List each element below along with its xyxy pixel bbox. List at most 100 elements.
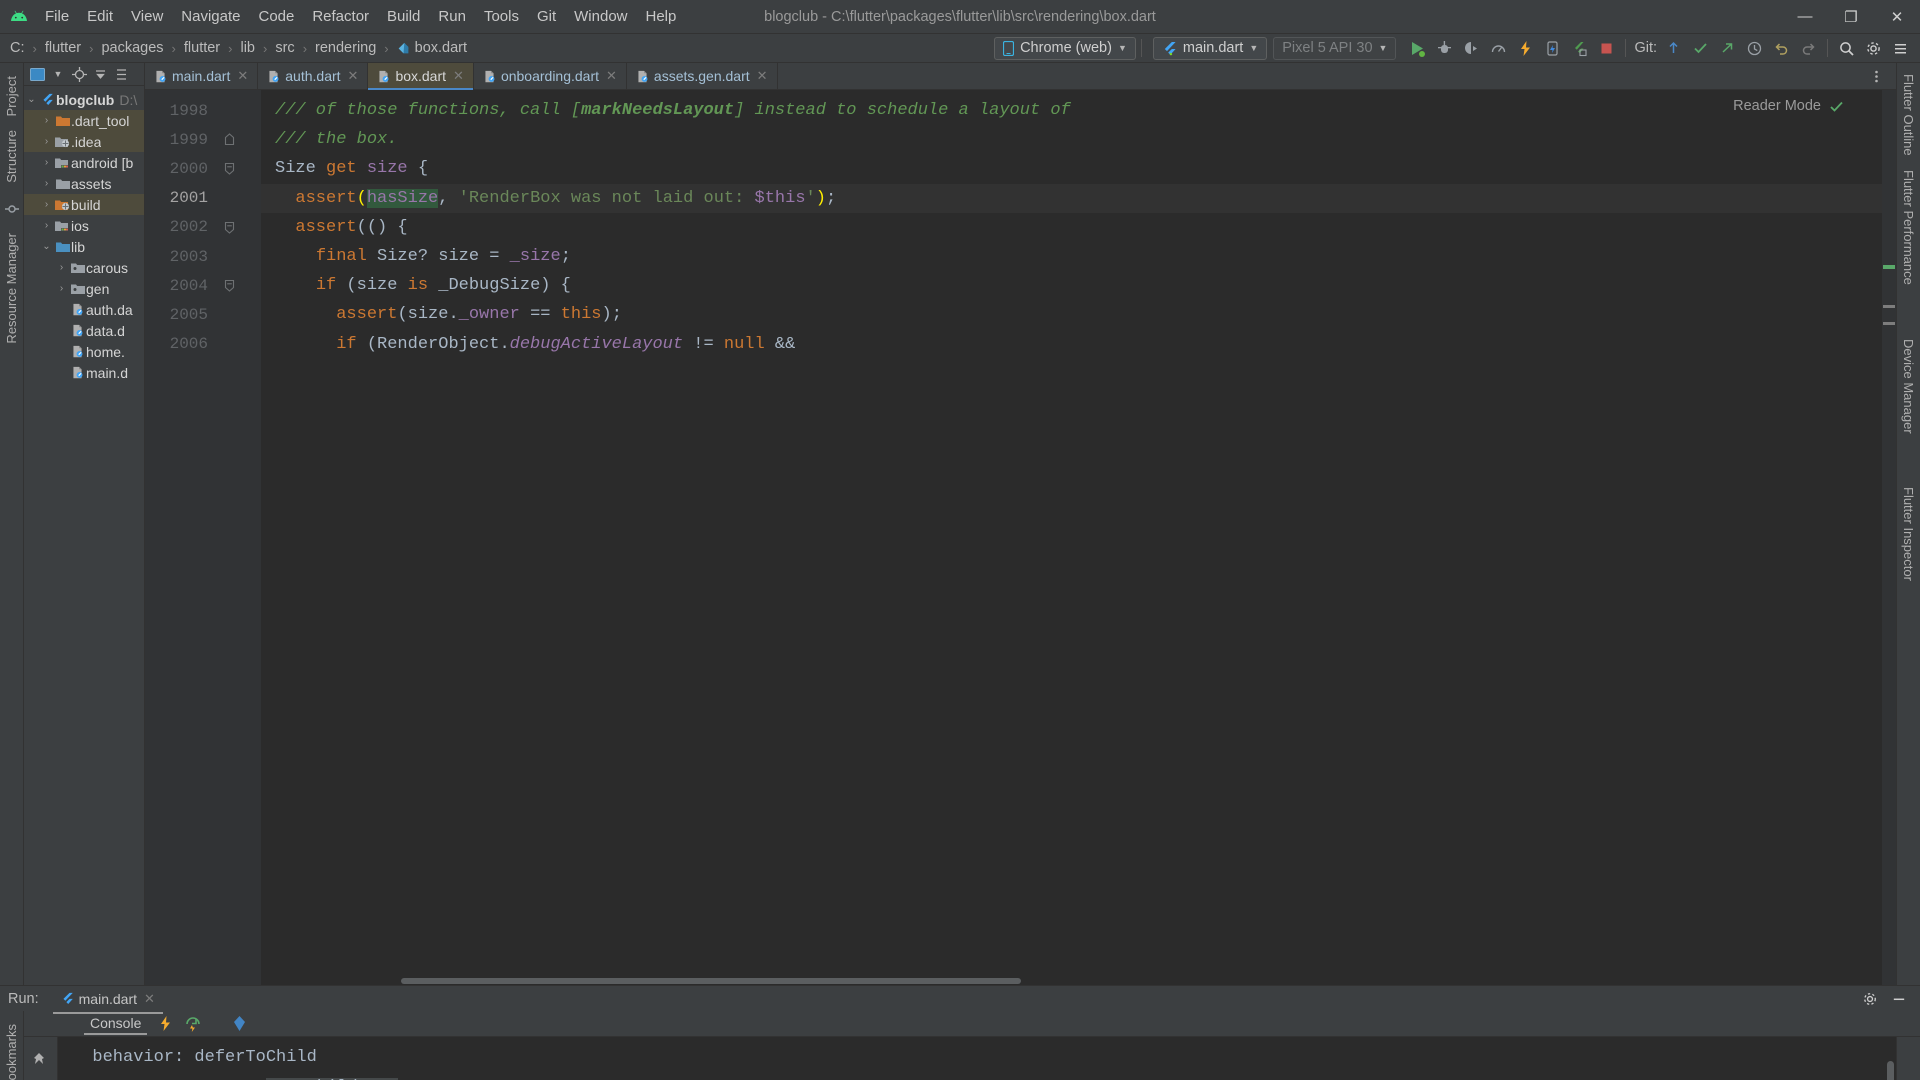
code-line[interactable]: assert(hasSize, 'RenderBox was not laid … — [261, 183, 1896, 213]
close-icon[interactable]: ✕ — [757, 68, 768, 84]
up-arrow-icon[interactable] — [28, 1076, 54, 1080]
hide-icon[interactable] — [111, 65, 131, 84]
breadcrumb-item-lib[interactable]: lib — [236, 38, 259, 58]
left-strip-item-structure[interactable]: Structure — [2, 123, 21, 190]
tree-root-blogclub[interactable]: ⌄ blogclub D:\ — [24, 89, 144, 110]
menu-item-edit[interactable]: Edit — [78, 4, 122, 29]
device-selector[interactable]: Chrome (web) ▼ — [994, 36, 1136, 60]
chevron-right-icon[interactable]: › — [39, 199, 54, 210]
console-output[interactable]: behavior: deferToChild gestures: <none> … — [58, 1037, 1896, 1080]
locate-file-icon[interactable] — [69, 65, 89, 84]
menu-item-refactor[interactable]: Refactor — [303, 4, 378, 29]
line-number[interactable]: 1998 — [145, 102, 215, 120]
breadcrumb-item-flutter[interactable]: flutter — [41, 38, 85, 58]
fold-marker-icon[interactable] — [215, 221, 243, 234]
menu-item-git[interactable]: Git — [528, 4, 565, 29]
line-number[interactable]: 2006 — [145, 335, 215, 353]
hot-reload-button[interactable] — [1512, 36, 1539, 61]
fold-marker-icon[interactable] — [215, 133, 243, 146]
editor-tab-auth-dart[interactable]: auth.dart ✕ — [258, 63, 369, 89]
editor-text[interactable]: /// of those functions, call [markNeedsL… — [261, 90, 1896, 985]
code-line[interactable]: /// of those functions, call [markNeedsL… — [261, 96, 1896, 125]
tree-item-auth-da[interactable]: auth.da — [24, 299, 144, 320]
tree-item--dart-tool[interactable]: › .dart_tool — [24, 110, 144, 131]
code-line[interactable]: assert(size. _owner == this); — [261, 300, 1896, 329]
settings-button[interactable] — [1856, 986, 1883, 1011]
close-icon[interactable]: ✕ — [606, 68, 617, 84]
emulator-selector[interactable]: Pixel 5 API 30 ▼ — [1273, 36, 1397, 60]
right-strip-item-device-manager[interactable]: Device Manager — [1899, 332, 1918, 441]
tree-item--idea[interactable]: › .idea — [24, 131, 144, 152]
editor-gutter[interactable]: 1998 1999 2000 2001 2002 2003 2004 2005 2006 — [145, 90, 261, 985]
chevron-right-icon[interactable]: › — [39, 220, 54, 231]
git-commit-button[interactable] — [1687, 36, 1714, 61]
chevron-right-icon[interactable]: › — [39, 157, 54, 168]
breadcrumb-item-box-dart[interactable]: box.dart — [393, 38, 471, 58]
menu-item-navigate[interactable]: Navigate — [172, 4, 249, 29]
commit-icon[interactable] — [4, 202, 19, 216]
left-strip-item-project[interactable]: Project — [2, 69, 21, 123]
search-everywhere-button[interactable] — [1833, 36, 1860, 61]
breadcrumb-item-packages[interactable]: packages — [97, 38, 167, 58]
line-number[interactable]: 2005 — [145, 306, 215, 324]
tree-item-carous[interactable]: › carous — [24, 257, 144, 278]
horizontal-scrollbar[interactable] — [261, 976, 1882, 985]
code-line[interactable]: assert(() { — [261, 213, 1896, 242]
git-push-button[interactable] — [1714, 36, 1741, 61]
menu-item-build[interactable]: Build — [378, 4, 429, 29]
editor-tab-onboarding-dart[interactable]: onboarding.dart ✕ — [474, 63, 627, 89]
close-icon[interactable]: ✕ — [348, 68, 359, 84]
menu-item-run[interactable]: Run — [429, 4, 475, 29]
more-button[interactable] — [1887, 36, 1914, 61]
minimize-button[interactable]: — — [1782, 0, 1828, 34]
console-tab[interactable]: Console — [84, 1013, 148, 1035]
run-tab-main-dart[interactable]: main.dart ✕ — [52, 988, 164, 1014]
chevron-down-icon[interactable]: ▼ — [48, 65, 68, 84]
line-number[interactable]: 2004 — [145, 277, 215, 295]
reader-mode-indicator[interactable]: Reader Mode — [1733, 98, 1844, 114]
tree-item-home-[interactable]: home. — [24, 341, 144, 362]
hot-restart-icon[interactable] — [184, 1015, 201, 1032]
close-icon[interactable]: ✕ — [144, 991, 155, 1007]
tree-item-main-d[interactable]: main.d — [24, 362, 144, 383]
tree-item-lib[interactable]: ⌄ lib — [24, 236, 144, 257]
left-strip-item-resource-manager[interactable]: Resource Manager — [2, 226, 21, 351]
breadcrumb-item-src[interactable]: src — [271, 38, 298, 58]
profiler-button[interactable] — [1485, 36, 1512, 61]
chevron-right-icon[interactable]: › — [39, 115, 54, 126]
chevron-down-icon[interactable]: ⌄ — [39, 241, 54, 252]
undo-button[interactable] — [1768, 36, 1795, 61]
chevron-right-icon[interactable]: › — [39, 178, 54, 189]
run-configuration-selector[interactable]: main.dart ▼ — [1152, 36, 1268, 60]
fold-marker-icon[interactable] — [215, 279, 243, 292]
line-number[interactable]: 1999 — [145, 131, 215, 149]
code-line[interactable]: if (RenderObject. debugActiveLayout != nu… — [261, 330, 1896, 359]
stop-button[interactable] — [1593, 36, 1620, 61]
left-strip-item-bookmarks[interactable]: Bookmarks — [2, 1017, 21, 1080]
project-view-selector-icon[interactable] — [27, 65, 47, 84]
menu-item-code[interactable]: Code — [249, 4, 303, 29]
line-number[interactable]: 2000 — [145, 160, 215, 178]
right-strip-item-flutter-outline[interactable]: Flutter Outline — [1899, 67, 1918, 163]
menu-item-tools[interactable]: Tools — [475, 4, 528, 29]
redo-button[interactable] — [1795, 36, 1822, 61]
tree-item-build[interactable]: › build — [24, 194, 144, 215]
settings-button[interactable] — [1860, 36, 1887, 61]
code-line[interactable]: /// the box. — [261, 125, 1896, 154]
menu-item-window[interactable]: Window — [565, 4, 636, 29]
minimize-panel-button[interactable] — [1885, 986, 1912, 1011]
run-button[interactable] — [1404, 36, 1431, 61]
maximize-button[interactable]: ❐ — [1828, 0, 1874, 34]
close-button[interactable]: ✕ — [1874, 0, 1920, 34]
close-icon[interactable]: ✕ — [237, 68, 248, 84]
pin-icon[interactable] — [28, 1047, 54, 1073]
code-line[interactable]: final Size? size = _size; — [261, 242, 1896, 271]
git-update-button[interactable] — [1660, 36, 1687, 61]
editor-tab-assets-gen-dart[interactable]: assets.gen.dart ✕ — [627, 63, 778, 89]
tree-item-gen[interactable]: › gen — [24, 278, 144, 299]
breadcrumb-item-c-[interactable]: C: — [6, 38, 29, 58]
editor-tab-box-dart[interactable]: box.dart ✕ — [368, 63, 474, 90]
code-editor[interactable]: 1998 1999 2000 2001 2002 2003 2004 2005 2006 ///… — [145, 90, 1896, 985]
debug-button[interactable] — [1431, 36, 1458, 61]
tree-item-assets[interactable]: › assets — [24, 173, 144, 194]
